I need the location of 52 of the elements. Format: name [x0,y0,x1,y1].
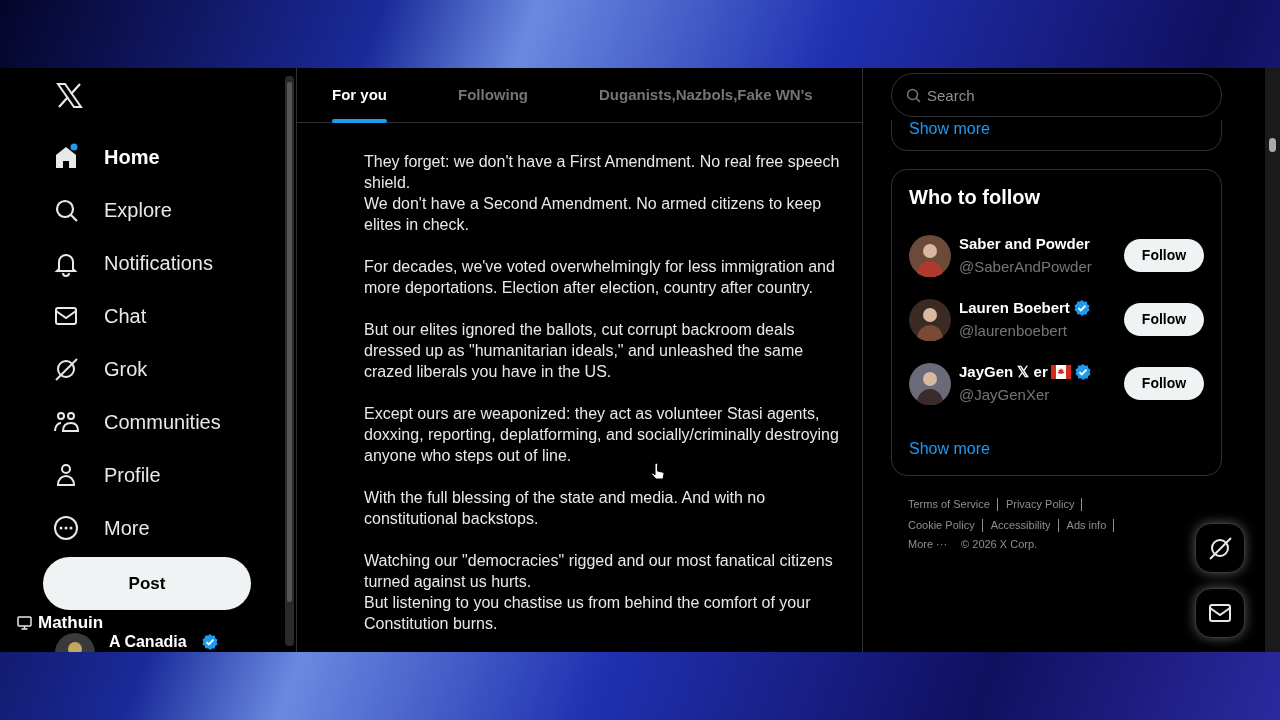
x-logo[interactable] [56,82,83,109]
footer-link[interactable]: Terms of Service [908,498,998,511]
user-name[interactable]: Saber and Powder [959,233,1090,256]
scrollbar-thumb[interactable] [287,82,292,602]
tab[interactable]: For you [332,68,387,123]
show-more-link[interactable]: Show more [909,437,990,461]
nav-item[interactable]: Communities [52,395,229,449]
avatar[interactable] [909,298,951,341]
post-text: Watching our "democracies" rigged and our most fanatical citizens turned against us hurts. But listening to you chastise us from behind the comfort of your Constitution burns. [364,551,834,634]
post-text: Except ours are weaponized: they act as volunteer Stasi agents, doxxing, reporting, deplatforming, and socially/criminally destroying anyone who steps out of line. [364,404,840,466]
post-text: For decades, we've voted overwhelmingly for less immigration and more deportations. Election after election, country after country. [364,257,836,298]
post-button[interactable]: Post [43,557,251,610]
scrollbar-thumb[interactable] [1269,138,1276,152]
avatar[interactable] [909,234,951,277]
user-handle: @SaberAndPowder [959,256,1093,277]
footer-link[interactable]: Cookie Policy [908,519,983,532]
nav-item[interactable]: Notifications [52,236,221,290]
post-text: But our elites ignored the ballots, cut corrupt backroom deals dressed up as "humanitarian ideals," and unleashed the same crazed liberals you have in the US. [364,320,805,382]
footer-link[interactable]: Privacy Policy [1005,498,1083,511]
footer-link[interactable]: Accessibility [990,519,1059,532]
follow-button[interactable]: Follow [1124,303,1204,336]
nav-item[interactable]: More [52,501,158,555]
show-more-link[interactable]: Show more [909,117,990,141]
account-label: Mathuin [38,612,104,634]
user-handle: @laurenboebert [959,320,1068,341]
user-handle: @JayGenXer [959,384,1051,405]
more-icon [52,513,80,542]
monitor-icon [17,615,32,630]
nav-item[interactable]: Home [52,131,168,184]
search-icon [906,88,921,103]
nav-item[interactable]: Explore [52,183,180,237]
pointer-cursor [651,463,665,481]
nav-item[interactable]: Grok [52,342,156,396]
messages-button[interactable] [1195,588,1245,638]
avatar[interactable] [909,362,951,405]
post-text: With the full blessing of the state and media. And with no constitutional backstops. [364,488,767,529]
copyright-text: © 2026 X Corp. [961,537,1038,552]
section-heading: Who to follow [909,185,1042,210]
user-name[interactable]: Lauren Boebert [959,297,1070,320]
footer-link[interactable]: Ads info [1066,519,1115,532]
search-field[interactable]: Search [891,73,1222,117]
tab[interactable]: Duganists,Nazbols,Fake WN's [599,68,813,123]
account-name: A Canadia [109,633,187,651]
follow-button[interactable]: Follow [1124,239,1204,272]
grok-button[interactable] [1195,523,1245,573]
tab[interactable]: Following [458,68,528,123]
nav-item[interactable]: Profile [52,448,169,502]
footer-link[interactable]: More ··· [908,536,948,553]
nav-item[interactable]: Chat [52,289,155,343]
post-text: They forget: we don't have a First Amendment. No real free speech shield. We don't have a Second Amendment. No armed citizens to keep elites in check. [364,152,841,235]
user-name[interactable]: JayGen 𝕏 er [959,361,1048,384]
follow-button[interactable]: Follow [1124,367,1204,400]
